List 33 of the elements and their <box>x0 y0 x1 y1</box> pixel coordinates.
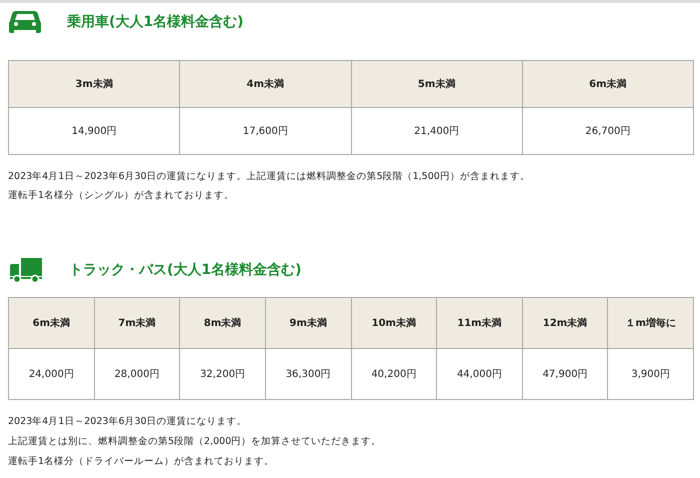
note-text: 2023年4月1日～2023年6月30日の運賃になります。 <box>8 415 248 429</box>
table-cell: 44,000円 <box>436 348 522 400</box>
table-cell: 14,900円 <box>8 108 180 154</box>
table-cell: 28,000円 <box>94 348 180 400</box>
table-cell: 3,900円 <box>608 348 694 400</box>
note-text: 運転手1名様分（ドライバールーム）が含まれております。 <box>8 455 276 469</box>
section-title: トラック・バス(大人1名様料金含む) <box>69 261 302 279</box>
note-text: 2023年4月1日～2023年6月30日の運賃になります。上記運賃には燃料調整金の第5段階（1,500円）が含まれます。 <box>8 170 531 184</box>
column-header: 11m未満 <box>436 298 522 348</box>
column-header: 8m未満 <box>180 298 266 348</box>
column-header: 6m未満 <box>8 298 94 348</box>
table-cell: 36,300円 <box>265 348 351 400</box>
column-header: １m増毎に <box>608 298 694 348</box>
column-header: 5m未満 <box>351 60 522 108</box>
table-cell: 21,400円 <box>351 108 522 154</box>
column-header: 3m未満 <box>8 60 180 108</box>
car-icon <box>9 9 41 35</box>
table-cell: 47,900円 <box>522 348 608 400</box>
table-cell: 32,200円 <box>180 348 266 400</box>
table-cell: 26,700円 <box>522 108 694 154</box>
column-header: 4m未満 <box>180 60 351 108</box>
truck-icon <box>9 257 43 283</box>
column-header: 6m未満 <box>522 60 694 108</box>
table-cell: 40,200円 <box>351 348 437 400</box>
column-header: 12m未満 <box>522 298 608 348</box>
column-header: 7m未満 <box>94 298 180 348</box>
column-header: 10m未満 <box>351 298 437 348</box>
section-title: 乗用車(大人1名様料金含む) <box>67 13 244 31</box>
note-text: 運転手1名様分（シングル）が含まれております。 <box>8 189 236 203</box>
column-header: 9m未満 <box>265 298 351 348</box>
table-cell: 24,000円 <box>8 348 94 400</box>
table-cell: 17,600円 <box>180 108 351 154</box>
note-text: 上記運賃とは別に、燃料調整金の第5段階（2,000円）を加算させていただきます。 <box>8 435 382 449</box>
